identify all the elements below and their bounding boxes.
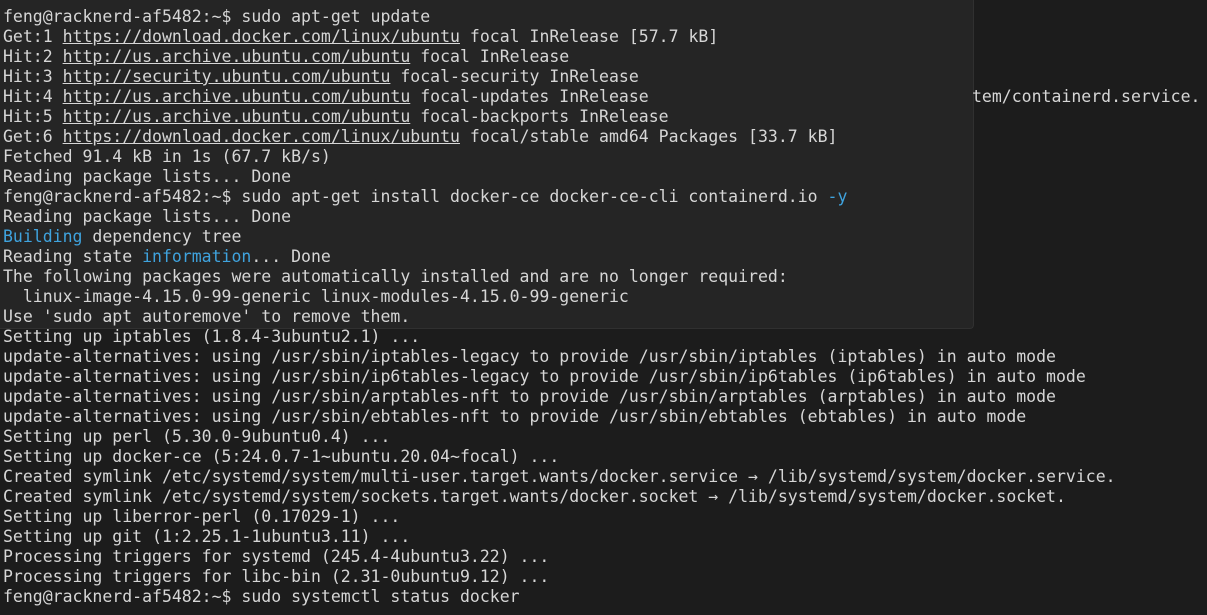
url-link[interactable]: https://download.docker.com/linux/ubuntu — [63, 27, 460, 46]
prompt-line: feng@racknerd-af5482:~$ sudo systemctl s… — [3, 587, 1116, 607]
terminal-text: feng@racknerd-af5482:~$ sudo apt-get upd… — [3, 7, 431, 26]
output-line: Reading package lists... Done — [3, 167, 1116, 187]
output-line: Hit:4 http://us.archive.ubuntu.com/ubunt… — [3, 87, 1116, 107]
highlighted-text: Building — [3, 227, 83, 246]
terminal-output: feng@racknerd-af5482:~$ sudo apt-get upd… — [3, 7, 1116, 607]
terminal-text: update-alternatives: using /usr/sbin/ipt… — [3, 347, 1056, 366]
terminal-text: Hit:5 — [3, 107, 63, 126]
terminal-text: Created symlink /etc/systemd/system/mult… — [3, 467, 1116, 486]
highlighted-text: information — [142, 247, 252, 266]
prompt-line: feng@racknerd-af5482:~$ sudo apt-get upd… — [3, 7, 1116, 27]
terminal-text: Reading package lists... Done — [3, 167, 292, 186]
terminal-text: Setting up liberror-perl (0.17029-1) ... — [3, 507, 401, 526]
terminal-text: Setting up perl (5.30.0-9ubuntu0.4) ... — [3, 427, 391, 446]
url-link[interactable]: http://us.archive.ubuntu.com/ubuntu — [63, 107, 411, 126]
terminal-text: focal InRelease [57.7 kB] — [459, 27, 719, 46]
output-line: Fetched 91.4 kB in 1s (67.7 kB/s) — [3, 147, 1116, 167]
output-line: Hit:2 http://us.archive.ubuntu.com/ubunt… — [3, 47, 1116, 67]
terminal-text: Processing triggers for libc-bin (2.31-0… — [3, 567, 550, 586]
terminal-text: Reading package lists... Done — [3, 207, 292, 226]
output-line: Setting up docker-ce (5:24.0.7-1~ubuntu.… — [3, 447, 1116, 467]
output-line: Reading package lists... Done — [3, 207, 1116, 227]
output-line: update-alternatives: using /usr/sbin/ip6… — [3, 367, 1116, 387]
terminal-text: Use 'sudo apt autoremove' to remove them… — [3, 307, 411, 326]
terminal-text: Hit:2 — [3, 47, 63, 66]
output-line: Processing triggers for libc-bin (2.31-0… — [3, 567, 1116, 587]
output-line: Setting up perl (5.30.0-9ubuntu0.4) ... — [3, 427, 1116, 447]
terminal-text: linux-image-4.15.0-99-generic linux-modu… — [3, 287, 629, 306]
terminal-text: Get:1 — [3, 27, 63, 46]
terminal-text: Created symlink /etc/systemd/system/sock… — [3, 487, 1066, 506]
terminal-text: feng@racknerd-af5482:~$ sudo apt-get ins… — [3, 187, 828, 206]
terminal-text: focal-security InRelease — [390, 67, 639, 86]
terminal-text: Hit:4 — [3, 87, 63, 106]
output-line: Get:6 https://download.docker.com/linux/… — [3, 127, 1116, 147]
terminal-text: Processing triggers for systemd (245.4-4… — [3, 547, 550, 566]
terminal-window[interactable]: tem/containerd.service. feng@racknerd-af… — [0, 0, 1207, 615]
url-link[interactable]: http://security.ubuntu.com/ubuntu — [63, 67, 391, 86]
terminal-text: Setting up git (1:2.25.1-1ubuntu3.11) ..… — [3, 527, 411, 546]
terminal-text: Setting up docker-ce (5:24.0.7-1~ubuntu.… — [3, 447, 560, 466]
output-line: update-alternatives: using /usr/sbin/ebt… — [3, 407, 1116, 427]
output-line: Hit:5 http://us.archive.ubuntu.com/ubunt… — [3, 107, 1116, 127]
url-link[interactable]: http://us.archive.ubuntu.com/ubuntu — [63, 47, 411, 66]
terminal-text: focal-backports InRelease — [410, 107, 669, 126]
output-line: linux-image-4.15.0-99-generic linux-modu… — [3, 287, 1116, 307]
terminal-text: focal InRelease — [410, 47, 570, 66]
terminal-text: Fetched 91.4 kB in 1s (67.7 kB/s) — [3, 147, 331, 166]
terminal-text: dependency tree — [82, 227, 242, 246]
terminal-text: feng@racknerd-af5482:~$ sudo systemctl s… — [3, 587, 520, 606]
highlighted-text: -y — [827, 187, 848, 206]
output-line: Created symlink /etc/systemd/system/mult… — [3, 467, 1116, 487]
terminal-text: Get:6 — [3, 127, 63, 146]
terminal-text: The following packages were automaticall… — [3, 267, 788, 286]
output-line: Processing triggers for systemd (245.4-4… — [3, 547, 1116, 567]
output-line: Setting up iptables (1.8.4-3ubuntu2.1) .… — [3, 327, 1116, 347]
terminal-text: focal/stable amd64 Packages [33.7 kB] — [459, 127, 838, 146]
prompt-line: feng@racknerd-af5482:~$ sudo apt-get ins… — [3, 187, 1116, 207]
output-line: Hit:3 http://security.ubuntu.com/ubuntu … — [3, 67, 1116, 87]
output-line: update-alternatives: using /usr/sbin/arp… — [3, 387, 1116, 407]
terminal-text: update-alternatives: using /usr/sbin/ebt… — [3, 407, 1027, 426]
terminal-text: ... Done — [251, 247, 331, 266]
url-link[interactable]: http://us.archive.ubuntu.com/ubuntu — [63, 87, 411, 106]
terminal-text: update-alternatives: using /usr/sbin/ip6… — [3, 367, 1086, 386]
output-line: Building dependency tree — [3, 227, 1116, 247]
output-line: Setting up git (1:2.25.1-1ubuntu3.11) ..… — [3, 527, 1116, 547]
terminal-text: Setting up iptables (1.8.4-3ubuntu2.1) .… — [3, 327, 421, 346]
output-line: The following packages were automaticall… — [3, 267, 1116, 287]
terminal-text: Reading state — [3, 247, 143, 266]
terminal-text: focal-updates InRelease — [410, 87, 649, 106]
output-line: Get:1 https://download.docker.com/linux/… — [3, 27, 1116, 47]
output-line: Reading state information... Done — [3, 247, 1116, 267]
output-line: Setting up liberror-perl (0.17029-1) ... — [3, 507, 1116, 527]
terminal-text: update-alternatives: using /usr/sbin/arp… — [3, 387, 1056, 406]
output-line: update-alternatives: using /usr/sbin/ipt… — [3, 347, 1116, 367]
output-line: Created symlink /etc/systemd/system/sock… — [3, 487, 1116, 507]
url-link[interactable]: https://download.docker.com/linux/ubuntu — [63, 127, 460, 146]
terminal-text: Hit:3 — [3, 67, 63, 86]
output-line: Use 'sudo apt autoremove' to remove them… — [3, 307, 1116, 327]
